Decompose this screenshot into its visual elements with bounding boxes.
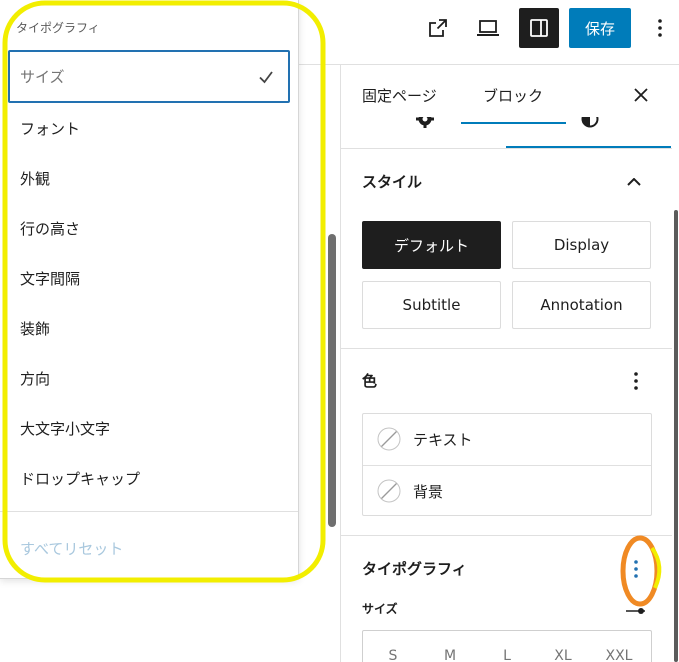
style-subtitle-button[interactable]: Subtitle (362, 281, 501, 329)
typography-options-menu: タイポグラフィ サイズ フォント 外観 行の高さ 文字間隔 装飾 方向 大文字小… (0, 0, 299, 579)
tab-label: 固定ページ (362, 86, 437, 105)
no-color-swatch-icon (377, 427, 401, 451)
no-color-swatch-icon (377, 479, 401, 503)
sidebar-scrollbar[interactable] (674, 210, 678, 662)
size-option-m[interactable]: M (422, 646, 478, 662)
menu-item-label: フォント (20, 119, 81, 138)
style-display-button[interactable]: Display (512, 221, 651, 269)
color-background-item[interactable]: 背景 (363, 466, 651, 516)
size-option-s[interactable]: S (365, 646, 421, 662)
size-option-xxl[interactable]: XXL (591, 646, 647, 662)
menu-item-letter-case[interactable]: 大文字小文字 (0, 403, 298, 453)
font-size-toggle-group: S M L XL XXL (362, 630, 652, 662)
tab-page[interactable]: 固定ページ (341, 65, 461, 125)
inspector-tab-styles[interactable] (578, 117, 602, 131)
menu-item-decoration[interactable]: 装飾 (0, 303, 298, 353)
menu-item-size[interactable]: サイズ (8, 50, 290, 103)
more-vertical-icon (634, 560, 638, 578)
menu-item-label: 行の高さ (20, 219, 81, 238)
options-menu-button[interactable] (648, 12, 672, 44)
color-item-label: テキスト (413, 430, 473, 449)
menu-item-label: 装飾 (20, 319, 51, 338)
menu-item-label: 方向 (20, 369, 51, 388)
settings-sidebar-toggle[interactable] (519, 8, 559, 48)
menu-item-appearance[interactable]: 外観 (0, 153, 298, 203)
preview-button[interactable] (468, 8, 508, 48)
laptop-icon (477, 20, 499, 36)
more-vertical-icon (634, 372, 638, 390)
view-page-button[interactable] (418, 8, 458, 48)
menu-item-font[interactable]: フォント (0, 103, 298, 153)
checkmark-icon (259, 71, 273, 84)
settings-gear-icon (416, 117, 434, 128)
menu-item-label: 大文字小文字 (20, 419, 111, 438)
color-options-button[interactable] (624, 367, 648, 395)
menu-item-label: サイズ (20, 68, 65, 86)
close-icon (634, 88, 648, 102)
style-annotation-button[interactable]: Annotation (512, 281, 651, 329)
inspector-tabs-divider (341, 148, 672, 149)
settings-sidebar: 固定ページ ブロック スタイル デフォルト Display Subtitle A… (341, 65, 679, 662)
color-settings-list: テキスト 背景 (362, 413, 652, 516)
style-default-button[interactable]: デフォルト (362, 221, 501, 269)
menu-divider (0, 511, 298, 512)
inspector-tab-settings[interactable] (413, 117, 437, 131)
menu-heading: タイポグラフィ (16, 21, 100, 35)
section-divider (341, 348, 672, 349)
styles-heading[interactable]: スタイル (362, 172, 422, 192)
color-item-label: 背景 (413, 482, 444, 501)
size-option-l[interactable]: L (479, 646, 535, 662)
menu-item-label: 外観 (20, 169, 51, 188)
color-text-item[interactable]: テキスト (363, 414, 651, 464)
size-option-xl[interactable]: XL (535, 646, 591, 662)
menu-item-drop-cap[interactable]: ドロップキャップ (0, 453, 298, 503)
menu-item-letter-spacing[interactable]: 文字間隔 (0, 253, 298, 303)
menu-item-label: 文字間隔 (20, 269, 81, 288)
save-button[interactable]: 保存 (569, 8, 631, 48)
styles-icon (581, 117, 599, 128)
tab-block[interactable]: ブロック (461, 65, 566, 125)
color-heading: 色 (362, 372, 378, 390)
more-vertical-icon (658, 19, 662, 37)
active-tab-indicator (461, 122, 566, 124)
external-link-icon (429, 19, 447, 37)
menu-item-orientation[interactable]: 方向 (0, 353, 298, 403)
typography-options-button[interactable] (624, 555, 648, 583)
chevron-up-icon[interactable] (627, 178, 641, 186)
section-divider (341, 535, 672, 536)
typography-heading: タイポグラフィ (362, 560, 467, 578)
menu-item-line-height[interactable]: 行の高さ (0, 203, 298, 253)
custom-size-slider-icon[interactable] (625, 607, 647, 615)
canvas-scrollbar[interactable] (328, 234, 336, 527)
menu-item-label: ドロップキャップ (20, 469, 141, 488)
tab-label: ブロック (483, 86, 544, 105)
sidebar-toggle-icon (530, 19, 548, 37)
reset-all-button[interactable]: すべてリセット (0, 528, 298, 568)
font-size-label: サイズ (362, 602, 398, 616)
close-sidebar-button[interactable] (625, 79, 657, 111)
